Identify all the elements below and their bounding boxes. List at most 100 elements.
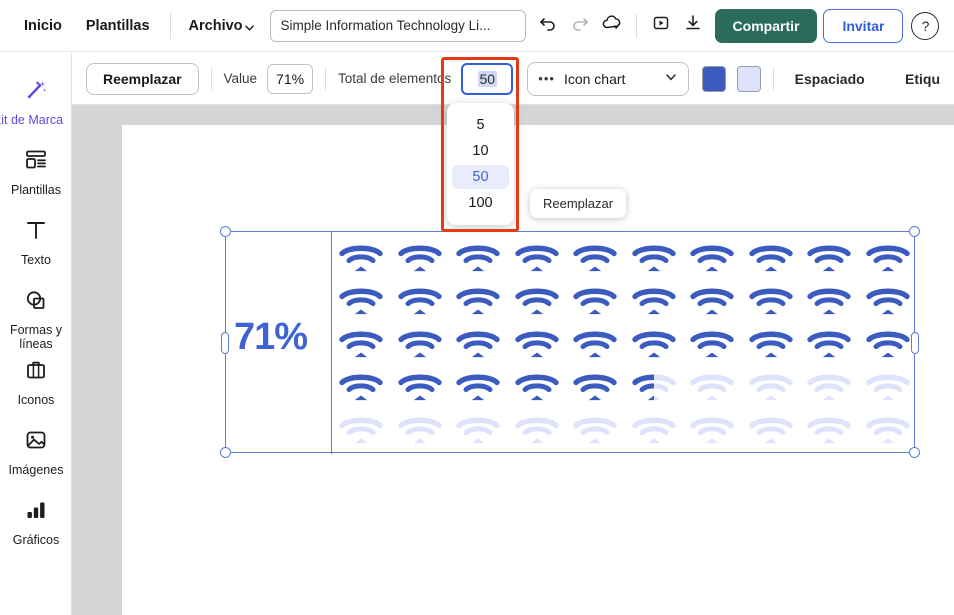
replace-button[interactable]: Reemplazar (86, 62, 199, 95)
undo-button[interactable] (532, 10, 564, 42)
value-label: Value (223, 71, 258, 86)
spacing-button[interactable]: Espaciado (795, 71, 865, 87)
wifi-icon (631, 327, 677, 361)
wifi-icon (338, 370, 384, 404)
resize-handle-left[interactable] (221, 332, 229, 354)
secondary-color-swatch[interactable] (736, 65, 761, 92)
sidebar-item-graficos[interactable]: Gráficos (0, 491, 71, 561)
wifi-icon (748, 413, 794, 447)
wifi-icon (748, 327, 794, 361)
sidebar-item-label: Gráficos (12, 533, 60, 547)
total-elements-label: Total de elementos (337, 71, 452, 86)
ctx-divider-3 (772, 67, 774, 90)
chevron-down-icon (664, 70, 678, 87)
redo-button[interactable] (564, 10, 596, 42)
wifi-icon (631, 241, 677, 275)
cloud-save-status[interactable] (596, 10, 628, 42)
dots-icon: ••• (538, 71, 555, 86)
icon-grid[interactable] (332, 236, 917, 451)
wifi-icon (572, 327, 618, 361)
file-menu-label: Archivo (188, 17, 243, 34)
wifi-icon (748, 370, 794, 404)
value-input[interactable]: 71% (267, 63, 314, 94)
wifi-icon (806, 284, 852, 318)
sidebar-item-label: Formas y líneas (9, 323, 63, 351)
total-elements-value: 50 (477, 70, 498, 87)
wifi-icon (514, 241, 560, 275)
nav-divider (169, 12, 171, 39)
templates-icon (23, 147, 49, 178)
toolbar-divider (635, 13, 637, 38)
wifi-icon (338, 284, 384, 318)
top-bar: Inicio Plantillas Archivo Simple Informa… (0, 0, 954, 52)
wifi-icon (514, 284, 560, 318)
total-elements-input[interactable]: 50 (461, 62, 514, 95)
wifi-icon (455, 241, 501, 275)
sidebar-item-kit-de-marca[interactable]: Kit de Marca (0, 71, 71, 141)
sidebar-item-label: Texto (21, 253, 51, 267)
share-button[interactable]: Compartir (714, 8, 818, 43)
chart-type-label: Icon chart (563, 70, 626, 87)
dropdown-option-5[interactable]: 5 (452, 113, 509, 137)
icons-icon (23, 357, 49, 388)
pictogram-chart[interactable] (331, 232, 916, 454)
download-icon (683, 13, 703, 38)
wifi-icon (397, 241, 443, 275)
ctx-divider-2 (325, 67, 326, 90)
document-title-text: Simple Information Technology Li... (280, 18, 491, 33)
wifi-icon (748, 241, 794, 275)
wifi-icon (631, 284, 677, 318)
wifi-icon (865, 413, 911, 447)
dropdown-option-50[interactable]: 50 (452, 165, 509, 189)
chevron-down-icon (244, 21, 254, 31)
sidebar-item-plantillas[interactable]: Plantillas (0, 141, 71, 211)
wifi-icon (397, 327, 443, 361)
shapes-icon (23, 287, 49, 318)
download-button[interactable] (677, 10, 709, 42)
wifi-icon (865, 284, 911, 318)
primary-color-swatch[interactable] (701, 65, 726, 92)
redo-icon (570, 13, 590, 38)
resize-handle-bottom-left[interactable] (220, 447, 231, 458)
text-icon (23, 217, 49, 248)
wifi-icon (865, 327, 911, 361)
wifi-icon (689, 370, 735, 404)
wifi-icon (748, 284, 794, 318)
chart-type-select[interactable]: ••• Icon chart (527, 61, 689, 96)
resize-handle-top-left[interactable] (220, 226, 231, 237)
cloud-check-icon (601, 13, 623, 38)
wifi-icon (572, 413, 618, 447)
file-menu-button[interactable]: Archivo (179, 12, 260, 40)
wifi-icon (806, 413, 852, 447)
wifi-icon (572, 241, 618, 275)
present-icon (651, 13, 671, 38)
nav-item-inicio[interactable]: Inicio (12, 12, 74, 40)
wifi-icon (338, 241, 384, 275)
ctx-divider-1 (210, 67, 212, 90)
present-button[interactable] (645, 10, 677, 42)
wifi-icon (631, 370, 677, 404)
invite-button[interactable]: Invitar (823, 8, 904, 43)
wifi-icon (631, 413, 677, 447)
chart-context-toolbar: Reemplazar Value 71% Total de elementos … (72, 53, 954, 105)
magic-wand-icon (23, 77, 49, 108)
sidebar-item-label: Kit de Marca (0, 113, 64, 127)
dropdown-option-10[interactable]: 10 (452, 139, 509, 163)
document-title-input[interactable]: Simple Information Technology Li... (269, 9, 526, 42)
help-button[interactable]: ? (911, 11, 940, 40)
labels-button[interactable]: Etiqu (905, 71, 940, 87)
nav-item-plantillas[interactable]: Plantillas (74, 12, 162, 40)
dropdown-option-100[interactable]: 100 (452, 191, 509, 215)
total-elements-dropdown[interactable]: 5 10 50 100 (447, 103, 514, 225)
sidebar-item-imagenes[interactable]: Imágenes (0, 421, 71, 491)
wifi-icon (397, 370, 443, 404)
sidebar-item-formas-y-lineas[interactable]: Formas y líneas (0, 281, 71, 351)
sidebar-item-texto[interactable]: Texto (0, 211, 71, 281)
left-sidebar: Kit de Marca Plantillas Texto (0, 53, 72, 615)
wifi-icon (865, 241, 911, 275)
sidebar-item-iconos[interactable]: Iconos (0, 351, 71, 421)
wifi-icon (806, 241, 852, 275)
wifi-icon (865, 370, 911, 404)
chart-value-label: 71% (234, 316, 308, 358)
chart-selection-box[interactable]: 71% (220, 226, 920, 458)
